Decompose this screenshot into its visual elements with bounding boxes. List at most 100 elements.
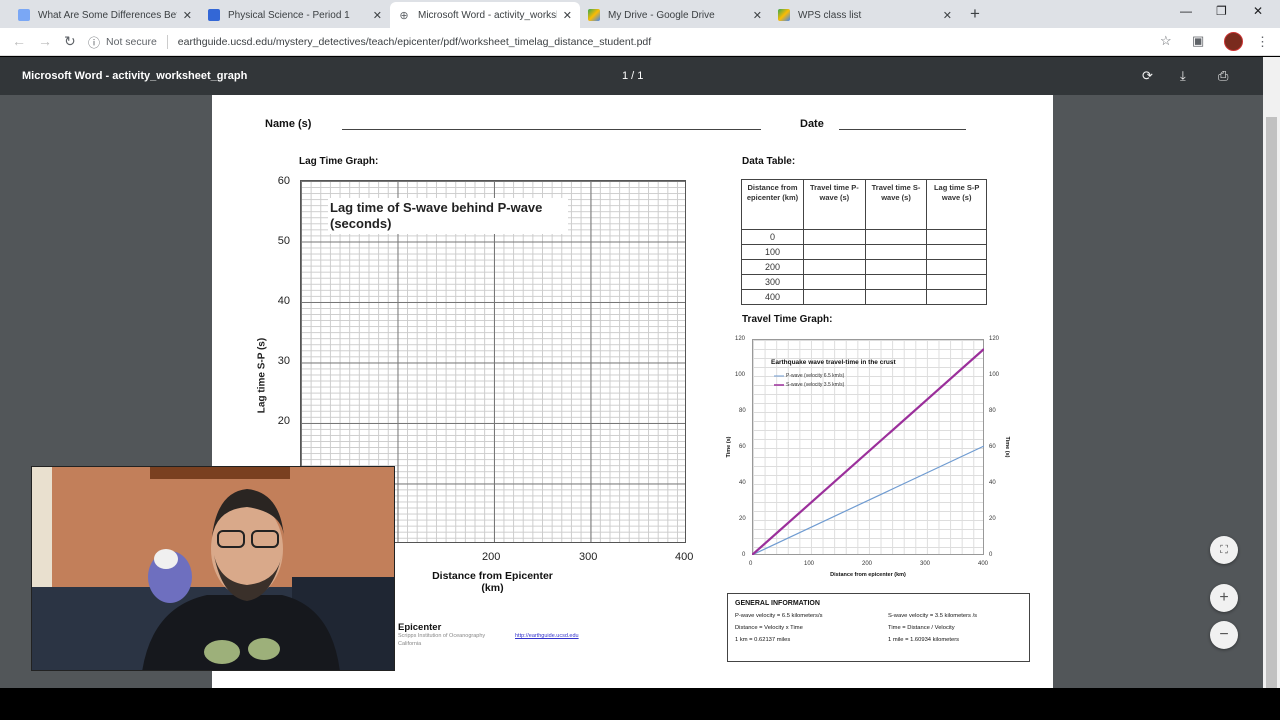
lag-y-axis-label: Lag time S-P (s) <box>256 337 268 414</box>
avatar[interactable] <box>1224 32 1243 51</box>
date-line <box>839 129 966 130</box>
zoom-out-button[interactable]: − <box>1210 621 1238 649</box>
x-tick: 0 <box>749 561 753 567</box>
y-tick: 20 <box>277 415 290 427</box>
tab-physical-science[interactable]: Physical Science - Period 1 ✕ <box>200 2 390 28</box>
drive-icon <box>588 9 600 21</box>
lag-graph-title: Lag time of S-wave behind P-wave (second… <box>328 198 568 234</box>
name-label: Name (s) <box>265 118 312 130</box>
y-tick: 120 <box>735 336 746 342</box>
close-icon[interactable]: ✕ <box>183 9 192 22</box>
tab-wps-class-list[interactable]: WPS class list ✕ <box>770 2 960 28</box>
address-bar[interactable]: ⓘ Not secure earthguide.ucsd.edu/mystery… <box>88 31 1188 53</box>
travel-y-axis-label: Time (s) <box>726 436 732 458</box>
window-close-icon[interactable]: ✕ <box>1253 4 1263 18</box>
webcam-overlay <box>31 466 395 671</box>
y-tick: 50 <box>277 235 290 247</box>
close-icon[interactable]: ✕ <box>753 9 762 22</box>
taskbar-area <box>0 688 1280 720</box>
table-header: Travel time P-wave (s) <box>803 179 866 230</box>
download-icon[interactable]: ⤓ <box>1180 68 1186 84</box>
table-header: Travel time S-wave (s) <box>864 179 928 230</box>
x-tick: 300 <box>920 561 931 567</box>
footer-place: California <box>398 641 422 647</box>
tab-strip: What Are Some Differences Betw ✕ Physica… <box>0 0 1280 28</box>
webcam-person-image <box>32 467 394 670</box>
restore-icon[interactable]: ❐ <box>1216 4 1227 18</box>
print-icon[interactable]: ⎙ <box>1218 68 1228 84</box>
y-tick: 40 <box>739 480 746 486</box>
distance-formula: Distance = Velocity x Time <box>735 625 803 631</box>
tab-activity-worksheet[interactable]: ⊕ Microsoft Word - activity_workshe ✕ <box>390 2 580 28</box>
fit-page-icon: ⛶ <box>1220 543 1228 556</box>
scrollbar-thumb[interactable] <box>1266 117 1277 713</box>
browser-toolbar: ← → ↻ ⓘ Not secure earthguide.ucsd.edu/m… <box>0 28 1280 56</box>
info-icon[interactable]: ⓘ <box>88 34 100 51</box>
table-row: 400 <box>741 289 987 305</box>
table-row: 300 <box>741 274 987 290</box>
divider <box>166 35 168 49</box>
data-table: Distance from epicenter (km) Travel time… <box>741 179 987 305</box>
pdf-toolbar: Microsoft Word - activity_worksheet_grap… <box>0 57 1263 95</box>
back-icon[interactable]: ← <box>12 33 26 49</box>
tab-my-drive[interactable]: My Drive - Google Drive ✕ <box>580 2 770 28</box>
table-header: Distance from epicenter (km) <box>741 179 804 230</box>
y-tick-right: 20 <box>989 516 996 522</box>
travel-time-lines <box>752 348 984 555</box>
date-label: Date <box>800 118 824 130</box>
scrollbar[interactable] <box>1263 57 1280 713</box>
extensions-icon[interactable]: ▣ <box>1192 33 1204 49</box>
forward-icon[interactable]: → <box>38 33 52 49</box>
minus-icon: − <box>1219 626 1229 643</box>
y-tick: 0 <box>742 552 746 558</box>
close-icon[interactable]: ✕ <box>373 9 382 22</box>
pdf-title: Microsoft Word - activity_worksheet_grap… <box>22 70 248 82</box>
data-table-label: Data Table: <box>742 156 796 167</box>
y-tick: 40 <box>277 295 290 307</box>
table-row: 100 <box>741 244 987 260</box>
drive-icon <box>778 9 790 21</box>
page-counter: 1 / 1 <box>622 70 644 82</box>
classroom-icon <box>208 9 220 21</box>
legend-s: S-wave (velocity 3.5 km/s) <box>786 382 845 388</box>
more-menu-icon[interactable]: ⋮ <box>1256 34 1269 50</box>
new-tab-button[interactable]: + <box>970 4 980 24</box>
close-icon[interactable]: ✕ <box>943 9 952 22</box>
minimize-icon[interactable]: — <box>1180 4 1192 18</box>
bookmark-star-icon[interactable]: ☆ <box>1160 33 1172 49</box>
travel-y-axis-label-right: Time (s) <box>1004 436 1010 458</box>
y-tick-right: 60 <box>989 444 996 450</box>
travel-x-axis-label: Distance from epicenter (km) <box>830 572 906 578</box>
footer-link[interactable]: http://earthguide.ucsd.edu <box>515 633 579 639</box>
y-tick-right: 40 <box>989 480 996 486</box>
reload-icon[interactable]: ↻ <box>64 33 76 50</box>
p-velocity: P-wave velocity = 6.5 kilometers/s <box>735 613 823 619</box>
url-text[interactable]: earthguide.ucsd.edu/mystery_detectives/t… <box>178 36 651 48</box>
s-velocity: S-wave velocity = 3.5 kilometers /s <box>888 613 978 619</box>
footer-credit: Scripps Institution of Oceanography <box>398 633 486 639</box>
zoom-in-button[interactable]: + <box>1210 584 1238 612</box>
y-tick: 100 <box>735 372 746 378</box>
x-tick: 400 <box>675 551 694 563</box>
plus-icon: + <box>1219 589 1229 606</box>
x-tick: 400 <box>978 561 989 567</box>
close-icon[interactable]: ✕ <box>563 9 572 22</box>
general-info-heading: GENERAL INFORMATION <box>735 600 820 607</box>
table-row: 200 <box>741 259 987 275</box>
footer-title: Epicenter <box>398 622 442 633</box>
lag-x-axis-label: Distance from Epicenter (km) <box>432 570 553 594</box>
lag-graph-label: Lag Time Graph: <box>299 156 379 167</box>
y-tick: 80 <box>739 408 746 414</box>
x-tick: 300 <box>579 551 598 563</box>
p-wave-line <box>752 445 984 555</box>
y-tick-right: 0 <box>989 552 993 558</box>
legend-p: P-wave (velocity 6.5 km/s) <box>786 373 845 379</box>
rotate-icon[interactable]: ⟳ <box>1142 68 1153 84</box>
table-header: Lag time S-P wave (s) <box>926 179 987 230</box>
time-formula: Time = Distance / Velocity <box>888 625 955 631</box>
x-tick: 200 <box>482 551 501 563</box>
y-tick: 60 <box>277 175 290 187</box>
tab-differences[interactable]: What Are Some Differences Betw ✕ <box>10 2 200 28</box>
km-to-miles: 1 km = 0.62137 miles <box>735 637 791 643</box>
fit-page-button[interactable]: ⛶ <box>1210 536 1238 564</box>
